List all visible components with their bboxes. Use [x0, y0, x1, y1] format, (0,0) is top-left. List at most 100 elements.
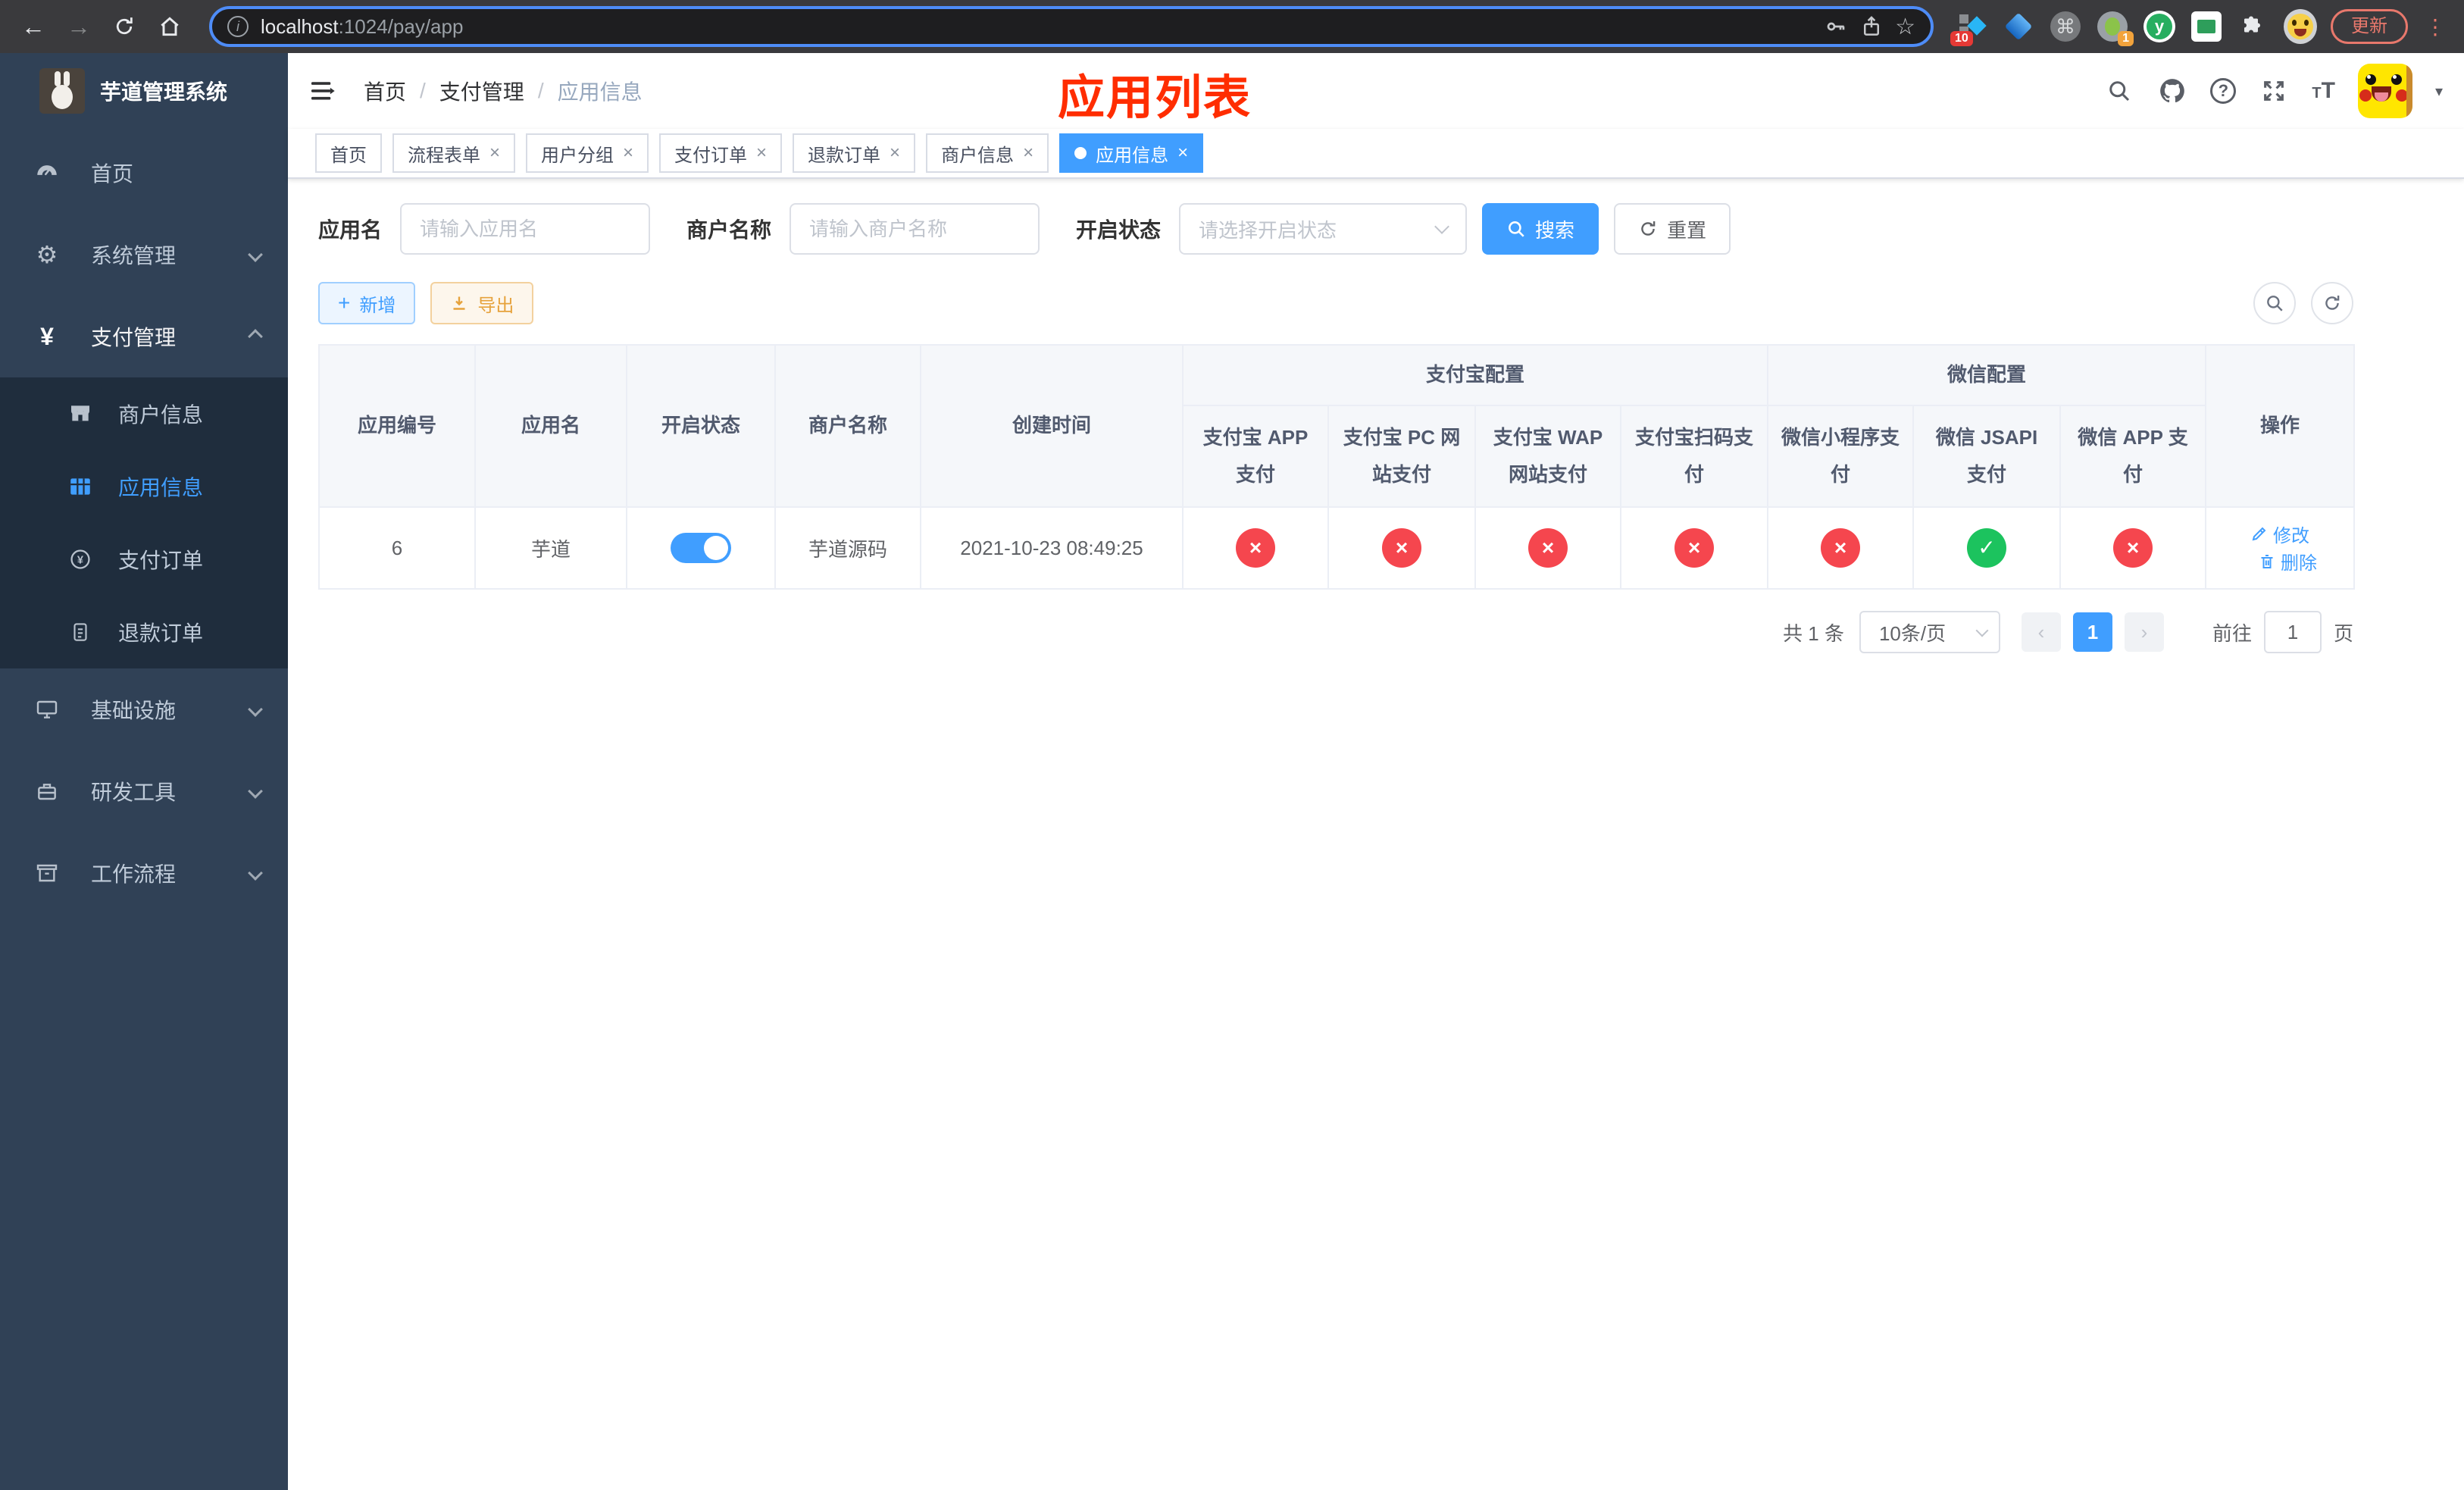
table-toolbar: + 新增 导出: [318, 282, 2353, 324]
site-info-icon[interactable]: i: [227, 16, 249, 37]
extension-icon-command[interactable]: ⌘: [2049, 10, 2082, 43]
delete-link[interactable]: 删除: [2258, 548, 2317, 574]
home-button[interactable]: [152, 8, 188, 45]
sidebar-item-payment[interactable]: ¥ 支付管理: [0, 296, 288, 377]
sidebar-item-merchant-info[interactable]: 商户信息: [0, 377, 288, 450]
sidebar-item-pay-order[interactable]: ¥ 支付订单: [0, 523, 288, 596]
sidebar-logo[interactable]: 芋道管理系统: [0, 53, 288, 129]
app-name-input[interactable]: [400, 203, 651, 255]
search-icon[interactable]: [2104, 76, 2134, 106]
sidebar-item-label: 应用信息: [118, 476, 204, 499]
chevron-down-icon: [248, 866, 263, 881]
close-icon[interactable]: ×: [1023, 144, 1033, 162]
page-title-annotation: 应用列表: [1058, 72, 1252, 124]
sidebar-item-refund-order[interactable]: 退款订单: [0, 596, 288, 668]
toggle-search-button[interactable]: [2253, 282, 2296, 324]
status-select[interactable]: 请选择开启状态: [1179, 203, 1468, 255]
extension-icon-gem[interactable]: [2002, 10, 2035, 43]
status-cross-icon: ×: [2113, 528, 2153, 568]
close-icon[interactable]: ×: [489, 144, 500, 162]
top-navbar: 首页 / 支付管理 / 应用信息 应用列表 ? TT ▾: [288, 53, 2464, 129]
url-text: localhost:1024/pay/app: [261, 14, 464, 38]
page-number-current[interactable]: 1: [2072, 612, 2112, 652]
col-actions: 操作: [2205, 344, 2356, 508]
tab-merchant-info[interactable]: 商户信息 ×: [926, 133, 1049, 173]
sidebar: 芋道管理系统 首页 ⚙ 系统管理 ¥ 支付管理 商户信息 应用信息 ¥ 支付订单…: [0, 53, 288, 1490]
sidebar-item-label: 退款订单: [118, 621, 204, 645]
close-icon[interactable]: ×: [890, 144, 900, 162]
close-icon[interactable]: ×: [756, 144, 767, 162]
close-icon[interactable]: ×: [623, 144, 633, 162]
breadcrumb-payment[interactable]: 支付管理: [439, 76, 524, 106]
tab-user-group[interactable]: 用户分组 ×: [526, 133, 649, 173]
reset-button[interactable]: 重置: [1614, 203, 1731, 255]
sidebar-item-devtools[interactable]: 研发工具: [0, 750, 288, 832]
prev-page-button[interactable]: ‹: [2021, 612, 2061, 652]
sidebar-item-app-info[interactable]: 应用信息: [0, 450, 288, 523]
goto-page: 前往 页: [2212, 611, 2353, 653]
add-button[interactable]: + 新增: [318, 282, 416, 324]
extension-icon-y[interactable]: y: [2143, 10, 2176, 43]
sidebar-item-infra[interactable]: 基础设施: [0, 668, 288, 750]
cell-alipay-pc-status: ×: [1327, 506, 1476, 590]
bookmark-star-icon[interactable]: ☆: [1895, 14, 1915, 40]
export-button[interactable]: 导出: [430, 282, 534, 324]
chevron-down-icon: [1434, 219, 1449, 234]
box-icon: [33, 861, 61, 885]
tags-view-bar: 首页 流程表单 × 用户分组 × 支付订单 × 退款订单 × 商户信息 × 应用信息 ×: [288, 129, 2464, 179]
enabled-toggle[interactable]: [671, 533, 731, 563]
sidebar-item-workflow[interactable]: 工作流程: [0, 832, 288, 914]
rabbit-logo-icon: [39, 68, 85, 114]
close-icon[interactable]: ×: [1177, 144, 1188, 162]
chrome-update-button[interactable]: 更新: [2331, 9, 2408, 44]
tab-home[interactable]: 首页: [315, 133, 382, 173]
browser-menu-button[interactable]: ⋮: [2422, 14, 2449, 39]
tab-process-form[interactable]: 流程表单 ×: [392, 133, 516, 173]
next-page-button[interactable]: ›: [2124, 612, 2164, 652]
extensions-area: 10 ⌘ 1 y 更新 ⋮: [1950, 9, 2449, 46]
tab-pay-order[interactable]: 支付订单 ×: [659, 133, 783, 173]
search-button[interactable]: 搜索: [1482, 203, 1599, 255]
payment-submenu: 商户信息 应用信息 ¥ 支付订单 退款订单: [0, 377, 288, 668]
sidebar-collapse-button[interactable]: [306, 74, 339, 108]
sidebar-item-home[interactable]: 首页: [0, 132, 288, 214]
share-icon[interactable]: [1860, 15, 1883, 38]
reload-button[interactable]: [106, 8, 142, 45]
search-icon: [1509, 221, 1524, 237]
refresh-table-button[interactable]: [2311, 282, 2353, 324]
help-icon[interactable]: ?: [2210, 78, 2237, 104]
extension-icon-chat[interactable]: [2190, 10, 2223, 43]
edit-link[interactable]: 修改: [2250, 521, 2309, 547]
cell-alipay-qr-status: ×: [1619, 506, 1769, 590]
page-size-select[interactable]: 10条/页: [1859, 611, 2000, 653]
forward-button[interactable]: →: [61, 8, 97, 45]
url-bar[interactable]: i localhost:1024/pay/app ☆: [209, 6, 1934, 47]
sidebar-item-label: 系统管理: [91, 244, 177, 268]
cell-wechat-app-status: ×: [2059, 506, 2207, 590]
gem-icon: [2004, 12, 2033, 41]
profile-face-icon: [2284, 9, 2317, 44]
password-key-icon[interactable]: [1824, 14, 1848, 39]
avatar-dropdown-caret-icon[interactable]: ▾: [2435, 82, 2443, 101]
fullscreen-icon[interactable]: [2259, 76, 2289, 106]
chevron-down-icon: [248, 247, 263, 262]
chevron-up-icon: [248, 329, 263, 344]
tab-app-info-active[interactable]: 应用信息 ×: [1059, 133, 1204, 173]
cell-enabled: [626, 506, 776, 590]
yen-circle-icon: ¥: [67, 547, 94, 571]
goto-page-input[interactable]: [2263, 611, 2322, 653]
tab-refund-order[interactable]: 退款订单 ×: [793, 133, 916, 173]
col-group-alipay: 支付宝配置: [1181, 344, 1769, 406]
chrome-profile-avatar[interactable]: [2284, 9, 2317, 44]
font-size-icon[interactable]: TT: [2312, 78, 2335, 104]
github-icon[interactable]: [2157, 76, 2187, 106]
col-app-name: 应用名: [474, 344, 627, 508]
merchant-name-input[interactable]: [790, 203, 1040, 255]
extensions-puzzle-button[interactable]: [2237, 10, 2270, 43]
extension-icon-green-dot[interactable]: 1: [2096, 10, 2134, 46]
extension-icon-blocks[interactable]: 10: [1950, 10, 1988, 46]
breadcrumb-home[interactable]: 首页: [364, 76, 406, 106]
sidebar-item-system[interactable]: ⚙ 系统管理: [0, 214, 288, 296]
user-avatar[interactable]: [2357, 64, 2412, 118]
back-button[interactable]: ←: [15, 8, 52, 45]
